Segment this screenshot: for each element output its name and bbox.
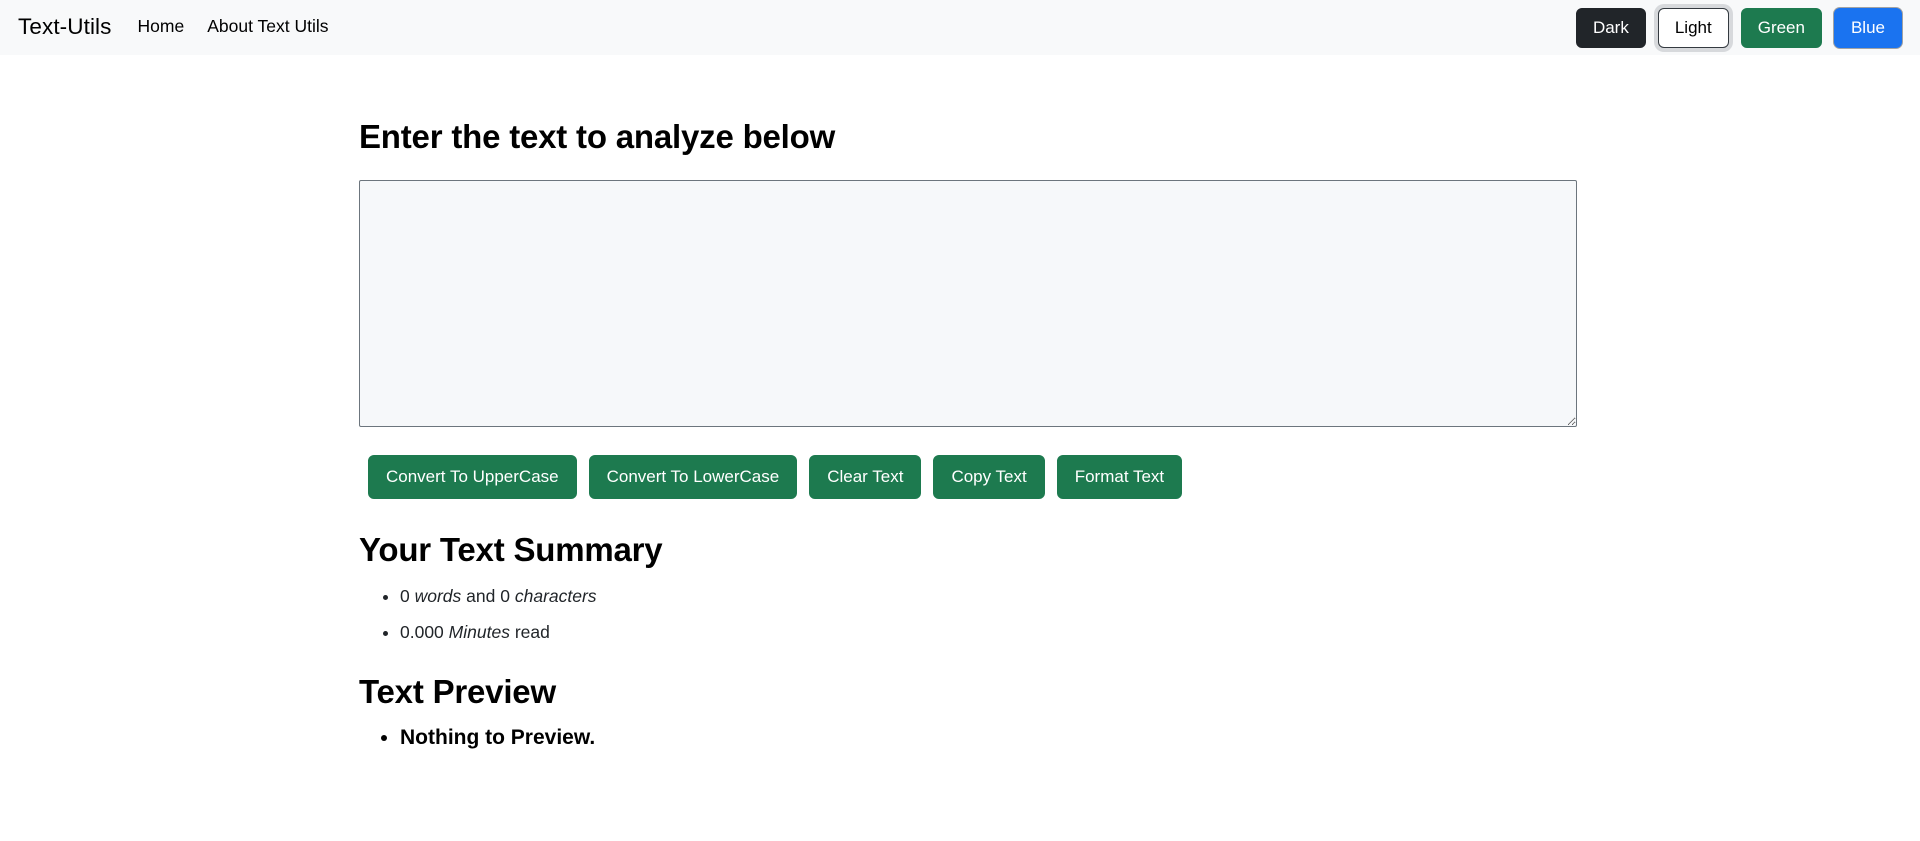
char-count-unit: characters (514, 586, 597, 607)
counts-conjunction: and (466, 586, 496, 607)
navbar: Text-Utils Home About Text Utils Dark Li… (0, 0, 1920, 55)
summary-list: 0 words and 0 characters 0.000 Minutes r… (359, 583, 1561, 646)
char-count-value: 0 (500, 586, 510, 607)
read-time-value: 0.000 (400, 622, 444, 643)
format-text-button[interactable]: Format Text (1056, 454, 1183, 499)
nav-item-about: About Text Utils (207, 16, 328, 37)
theme-button-blue[interactable]: Blue (1833, 7, 1902, 48)
word-count-value: 0 (400, 586, 410, 607)
preview-heading: Text Preview (359, 673, 556, 711)
nav-item-home: Home (138, 16, 185, 37)
textarea-wrapper (359, 179, 1577, 427)
main-container: Enter the text to analyze below Convert … (344, 117, 1577, 752)
preview-list: Nothing to Preview. (359, 723, 1561, 752)
copy-text-button[interactable]: Copy Text (933, 454, 1045, 499)
preview-empty-message: Nothing to Preview. (400, 723, 1561, 752)
navbar-links: Home About Text Utils (138, 16, 329, 37)
theme-switcher: Dark Light Green Blue (1575, 0, 1902, 55)
page-title: Enter the text to analyze below (359, 118, 836, 155)
clear-text-button[interactable]: Clear Text (809, 454, 922, 499)
text-input[interactable] (359, 179, 1577, 427)
convert-uppercase-button[interactable]: Convert To UpperCase (368, 454, 577, 499)
nav-link-about[interactable]: About Text Utils (207, 16, 328, 36)
summary-heading: Your Text Summary (359, 530, 663, 568)
navbar-brand[interactable]: Text-Utils (18, 16, 112, 39)
read-time-suffix: read (514, 622, 550, 643)
action-button-row: Convert To UpperCase Convert To LowerCas… (359, 454, 1561, 499)
theme-button-green[interactable]: Green (1740, 7, 1822, 48)
nav-link-home[interactable]: Home (138, 16, 185, 36)
summary-item-counts: 0 words and 0 characters (400, 583, 1561, 610)
word-count-unit: words (414, 586, 462, 607)
read-time-unit: Minutes (448, 622, 510, 643)
theme-button-light[interactable]: Light (1657, 7, 1729, 48)
theme-button-dark[interactable]: Dark (1575, 7, 1646, 48)
convert-lowercase-button[interactable]: Convert To LowerCase (588, 454, 798, 499)
summary-item-read-time: 0.000 Minutes read (400, 619, 1561, 646)
